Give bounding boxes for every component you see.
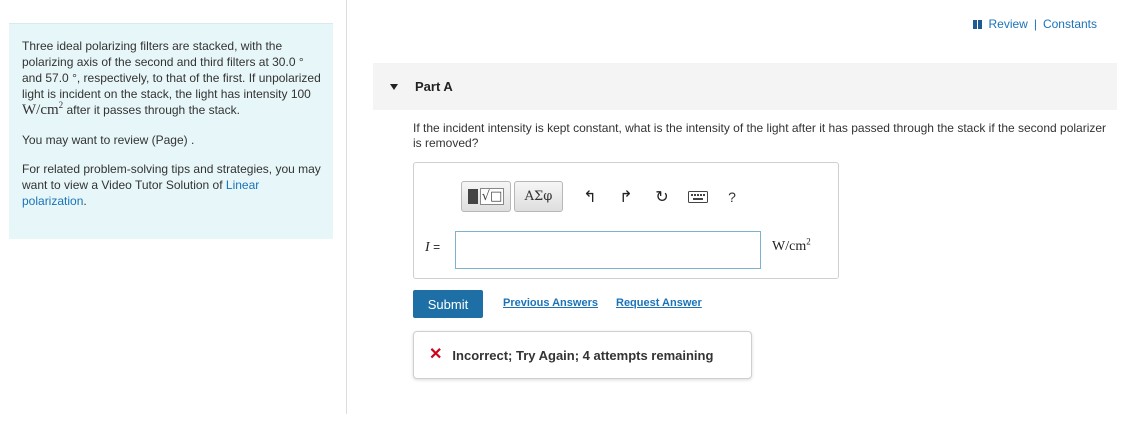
problem-statement: Three ideal polarizing filters are stack… — [22, 39, 321, 119]
keyboard-icon[interactable] — [683, 182, 713, 212]
constants-link[interactable]: Constants — [1043, 17, 1097, 31]
answer-unit: W/cm2 — [772, 236, 811, 254]
greek-symbols-button[interactable]: ΑΣφ — [514, 181, 563, 212]
panel-divider — [346, 0, 347, 414]
variable-label: I = — [425, 240, 441, 255]
intensity-unit: W/cm2 — [22, 100, 64, 119]
math-toolbar: √□ ΑΣφ ↰ ↱ ↻ ? — [461, 181, 751, 212]
degree-symbol: ° — [298, 55, 304, 69]
problem-panel: Three ideal polarizing filters are stack… — [9, 23, 333, 239]
previous-answers-link[interactable]: Previous Answers — [503, 297, 598, 309]
reset-icon[interactable]: ↻ — [647, 182, 677, 212]
incorrect-x-icon: ✕ — [429, 346, 443, 363]
separator: | — [1033, 17, 1037, 31]
help-button[interactable]: ? — [719, 182, 745, 212]
part-a-header[interactable]: Part A — [373, 63, 1117, 110]
templates-icon: √□ — [467, 188, 505, 205]
feedback-box: ✕ Incorrect; Try Again; 4 attempts remai… — [413, 331, 752, 379]
question-text: If the incident intensity is kept consta… — [413, 121, 1107, 150]
review-link[interactable]: Review — [988, 17, 1027, 31]
answer-input[interactable] — [455, 231, 761, 269]
templates-button[interactable]: √□ — [461, 181, 511, 212]
undo-icon[interactable]: ↰ — [575, 182, 605, 212]
tips-note: For related problem-solving tips and str… — [22, 162, 321, 208]
review-note: You may want to review (Page) . — [22, 133, 195, 147]
redo-icon[interactable]: ↱ — [611, 182, 641, 212]
submit-button[interactable]: Submit — [413, 290, 483, 318]
request-answer-link[interactable]: Request Answer — [616, 297, 702, 309]
part-title: Part A — [415, 79, 453, 94]
collapse-triangle-icon[interactable] — [390, 83, 398, 90]
feedback-text: Incorrect; Try Again; 4 attempts remaini… — [452, 347, 714, 363]
book-icon — [973, 19, 983, 29]
review-constants-bar: Review | Constants — [973, 17, 1097, 31]
answer-box: √□ ΑΣφ ↰ ↱ ↻ ? I = W/cm2 — [413, 162, 839, 279]
